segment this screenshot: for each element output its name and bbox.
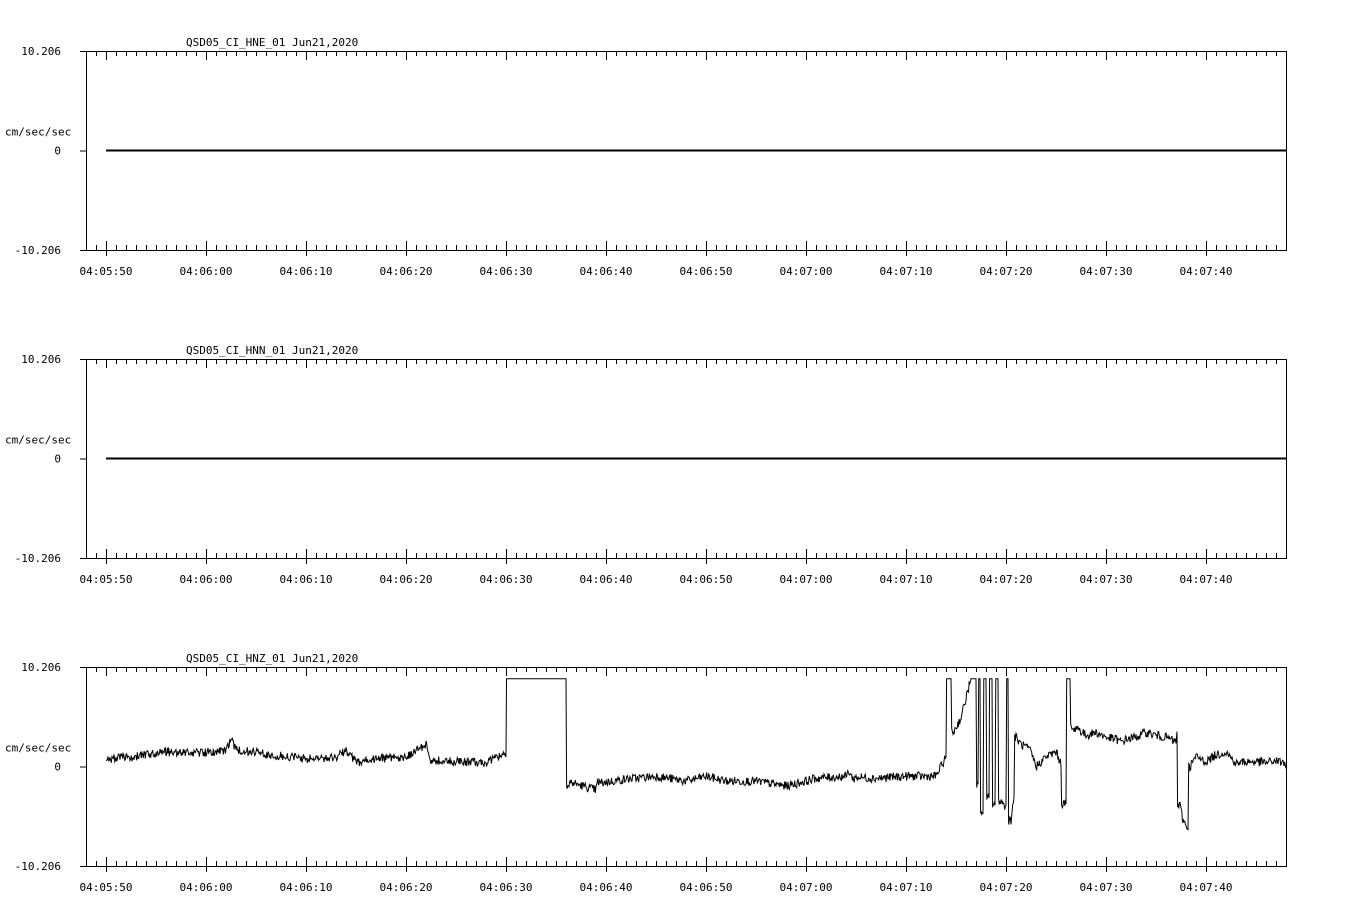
y-tick-label: 10.206: [21, 661, 61, 674]
y-axis-label: cm/sec/sec: [5, 434, 71, 447]
x-tick-label: 04:06:40: [580, 881, 633, 894]
x-tick-label: 04:06:20: [380, 265, 433, 278]
x-tick-label: 04:06:50: [680, 573, 733, 586]
waveform-trace: [105, 678, 1287, 831]
x-tick-label: 04:06:20: [380, 573, 433, 586]
x-tick-label: 04:07:20: [980, 265, 1033, 278]
x-tick-label: 04:07:00: [780, 573, 833, 586]
x-tick-label: 04:07:10: [880, 573, 933, 586]
x-tick-label: 04:07:10: [880, 881, 933, 894]
y-tick-label: -10.206: [15, 860, 61, 873]
x-tick-label: 04:05:50: [80, 265, 133, 278]
y-axis-label: cm/sec/sec: [5, 742, 71, 755]
panel-3: 10.206 0 -10.206 cm/sec/sec QSD05_CI_HNZ_01 …: [5, 652, 1287, 894]
y-tick-label: -10.206: [15, 552, 61, 565]
x-tick-label: 04:07:00: [780, 265, 833, 278]
x-tick-label: 04:07:40: [1180, 265, 1233, 278]
x-tick-label: 04:05:50: [80, 573, 133, 586]
x-tick-label: 04:06:10: [280, 573, 333, 586]
x-tick-label: 04:07:30: [1080, 265, 1133, 278]
x-tick-label: 04:07:20: [980, 573, 1033, 586]
x-tick-label: 04:07:30: [1080, 881, 1133, 894]
x-tick-label: 04:05:50: [80, 881, 133, 894]
x-tick-label: 04:07:40: [1180, 881, 1233, 894]
x-tick-label: 04:06:30: [480, 265, 533, 278]
x-tick-label: 04:06:20: [380, 881, 433, 894]
x-tick-label: 04:06:10: [280, 265, 333, 278]
x-tick-label: 04:07:20: [980, 881, 1033, 894]
x-tick-label: 04:06:00: [180, 881, 233, 894]
y-tick-label: 0: [54, 453, 61, 466]
x-tick-label: 04:06:30: [480, 573, 533, 586]
y-tick-label: 10.206: [21, 45, 61, 58]
x-tick-label: 04:06:00: [180, 573, 233, 586]
plot-frame: [86, 667, 1287, 867]
x-tick-label: 04:06:50: [680, 265, 733, 278]
x-tick-label: 04:06:10: [280, 881, 333, 894]
y-axis-label: cm/sec/sec: [5, 126, 71, 139]
x-tick-label: 04:06:40: [580, 265, 633, 278]
x-tick-label: 04:06:00: [180, 265, 233, 278]
seismogram-chart: 10.206 0 -10.206 cm/sec/sec QSD05_CI_HNE_01 …: [5, 36, 1287, 894]
x-tick-label: 04:07:00: [780, 881, 833, 894]
chart-title: QSD05_CI_HNE_01 Jun21,2020: [186, 36, 358, 49]
x-tick-label: 04:07:40: [1180, 573, 1233, 586]
x-tick-label: 04:07:30: [1080, 573, 1133, 586]
chart-title: QSD05_CI_HNN_01 Jun21,2020: [186, 344, 358, 357]
chart-title: QSD05_CI_HNZ_01 Jun21,2020: [186, 652, 358, 665]
y-tick-label: -10.206: [15, 244, 61, 257]
x-tick-label: 04:06:50: [680, 881, 733, 894]
y-tick-label: 10.206: [21, 353, 61, 366]
x-tick-label: 04:07:10: [880, 265, 933, 278]
y-tick-label: 0: [54, 145, 61, 158]
x-tick-label: 04:06:40: [580, 573, 633, 586]
y-tick-label: 0: [54, 761, 61, 774]
panel-2: 10.206 0 -10.206 cm/sec/sec QSD05_CI_HNN_01 …: [5, 344, 1287, 586]
panel-1: 10.206 0 -10.206 cm/sec/sec QSD05_CI_HNE_01 …: [5, 36, 1287, 278]
x-tick-label: 04:06:30: [480, 881, 533, 894]
